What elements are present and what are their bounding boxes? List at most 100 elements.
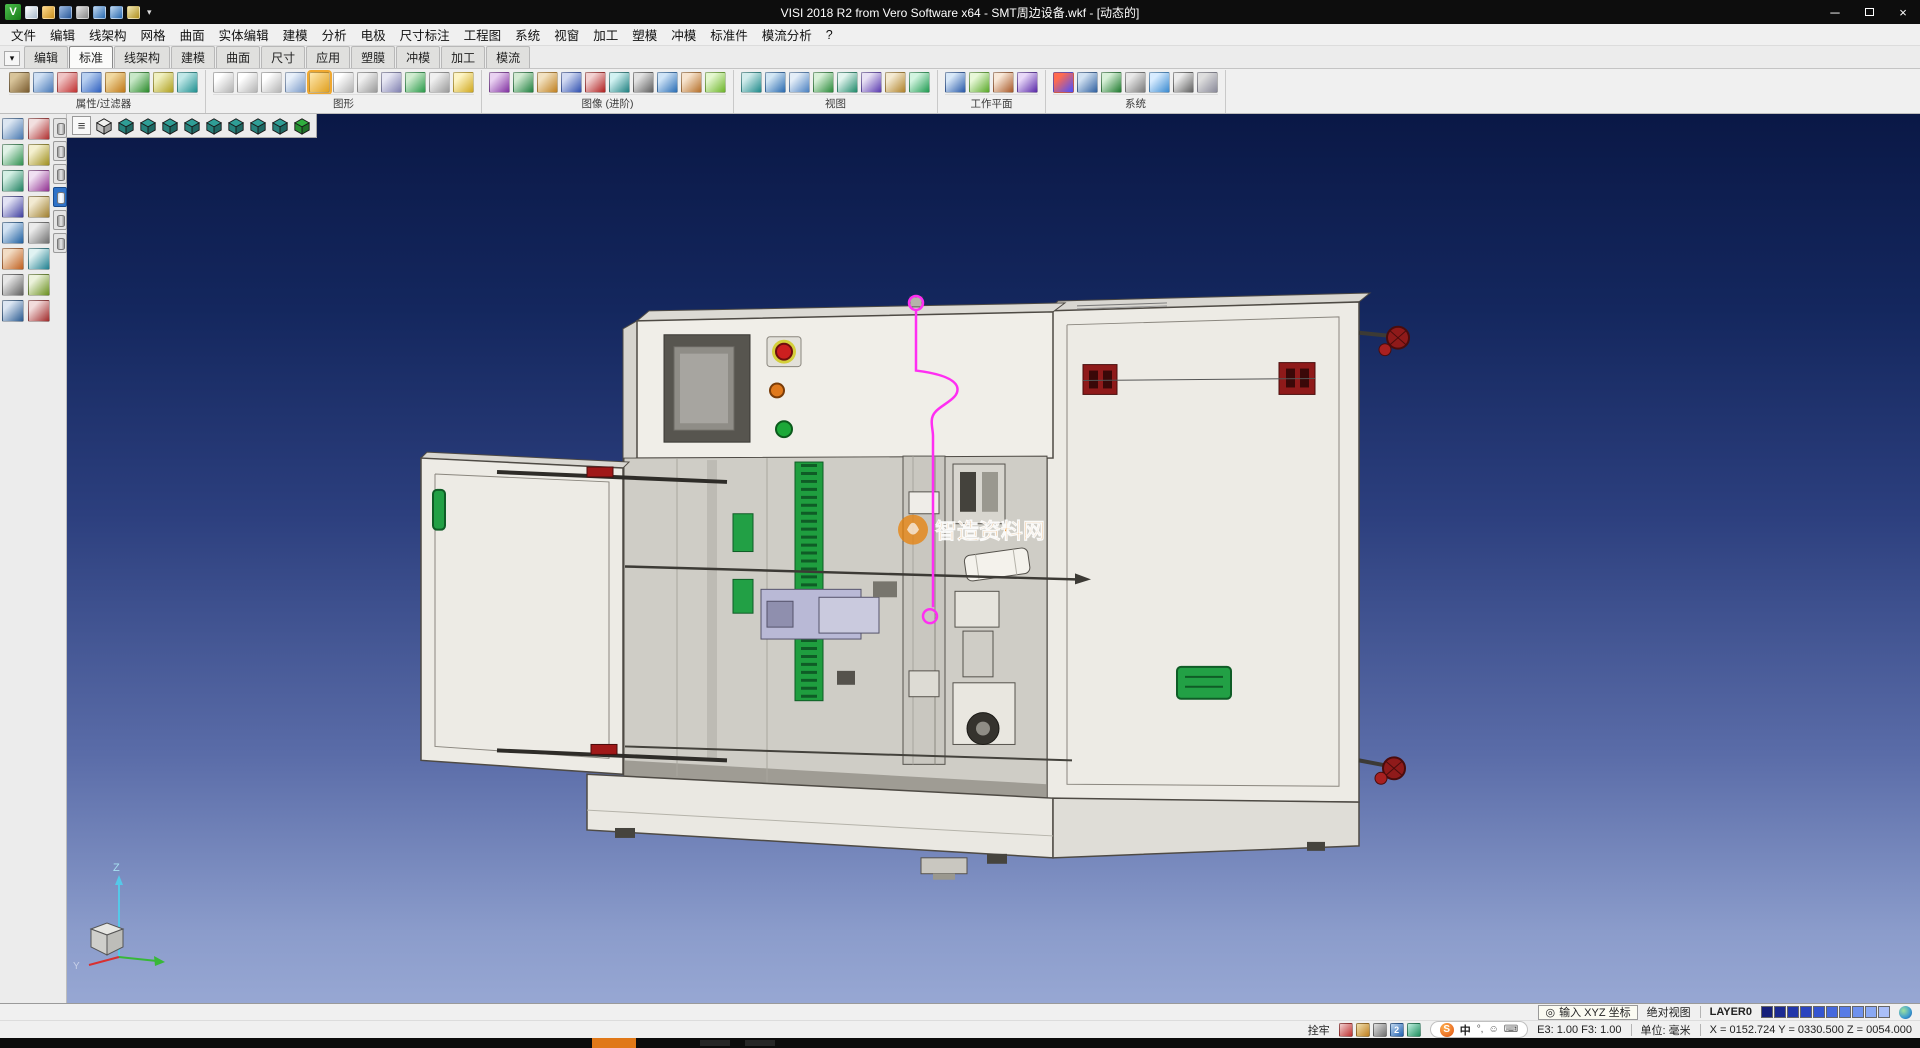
color-swatch[interactable] (1774, 1006, 1786, 1018)
workplane-slot-button[interactable] (53, 164, 67, 184)
emergency-stop-button[interactable] (767, 337, 801, 367)
side-tool-icon[interactable] (28, 300, 50, 322)
side-tool-icon[interactable] (2, 274, 24, 296)
side-tool-icon[interactable] (28, 196, 50, 218)
toolbar-icon[interactable] (177, 72, 198, 93)
view-cube-button[interactable] (160, 116, 179, 135)
side-tool-icon[interactable] (28, 118, 50, 140)
side-tool-icon[interactable] (28, 144, 50, 166)
toolbar-icon[interactable] (1053, 72, 1074, 93)
view-cube-button[interactable] (292, 116, 311, 135)
minimize-button[interactable]: ─ (1818, 0, 1852, 24)
workplane-slot-button[interactable] (53, 118, 67, 138)
quick-access-icon[interactable] (25, 6, 38, 19)
view-cube-button[interactable] (182, 116, 201, 135)
right-cabinet[interactable] (1047, 293, 1370, 802)
color-swatch[interactable] (1865, 1006, 1877, 1018)
toolbar-icon[interactable] (285, 72, 306, 93)
tray-icon[interactable] (1373, 1023, 1387, 1037)
menu-item[interactable]: 尺寸标注 (393, 24, 457, 45)
workplane-slot-button[interactable] (53, 187, 67, 207)
toolbar-icon[interactable] (765, 72, 786, 93)
side-tool-icon[interactable] (2, 196, 24, 218)
machine-model[interactable]: 智造资料网 (67, 114, 1920, 1003)
side-tool-icon[interactable] (2, 144, 24, 166)
sogou-logo-icon[interactable]: S (1440, 1023, 1454, 1037)
side-tool-icon[interactable] (2, 170, 24, 192)
view-cube-button[interactable] (248, 116, 267, 135)
ribbon-tab[interactable]: 冲模 (396, 46, 440, 68)
menu-item[interactable]: 建模 (276, 24, 315, 45)
maximize-button[interactable] (1852, 0, 1886, 24)
toolbar-icon[interactable] (513, 72, 534, 93)
close-button[interactable]: × (1886, 0, 1920, 24)
color-swatch[interactable] (1878, 1006, 1890, 1018)
toolbar-icon[interactable] (861, 72, 882, 93)
toolbar-icon[interactable] (9, 72, 30, 93)
menu-item[interactable]: 模流分析 (755, 24, 819, 45)
taskbar-item[interactable] (745, 1040, 775, 1046)
side-tool-icon[interactable] (28, 274, 50, 296)
toolbar-icon[interactable] (885, 72, 906, 93)
toolbar-icon[interactable] (1149, 72, 1170, 93)
toolbar-icon[interactable] (381, 72, 402, 93)
toolbar-icon[interactable] (909, 72, 930, 93)
tray-icon[interactable]: 2 (1390, 1023, 1404, 1037)
ribbon-tab[interactable]: 编辑 (24, 46, 68, 68)
toolbar-icon[interactable] (837, 72, 858, 93)
menu-item[interactable]: ? (819, 27, 840, 43)
coordinate-input-hint[interactable]: ◎ 输入 XYZ 坐标 (1538, 1005, 1637, 1020)
toolbar-icon[interactable] (561, 72, 582, 93)
tray-icon[interactable] (1407, 1023, 1421, 1037)
color-swatch[interactable] (1826, 1006, 1838, 1018)
toolbar-icon[interactable] (1101, 72, 1122, 93)
menu-item[interactable]: 标准件 (703, 24, 755, 45)
side-tool-icon[interactable] (28, 170, 50, 192)
toolbar-icon[interactable] (945, 72, 966, 93)
view-cube-button[interactable] (226, 116, 245, 135)
center-mechanism[interactable] (624, 456, 1091, 799)
ime-language-toggle[interactable]: 中 (1460, 1022, 1471, 1038)
toolbar-icon[interactable] (789, 72, 810, 93)
toolbar-icon[interactable] (261, 72, 282, 93)
menu-item[interactable]: 网格 (134, 24, 173, 45)
ribbon-tab[interactable]: 标准 (69, 46, 113, 68)
toolbar-icon[interactable] (309, 72, 330, 93)
view-cube-button[interactable] (94, 116, 113, 135)
green-indicator-button[interactable] (776, 421, 792, 437)
ime-tool-icon[interactable]: ⌨ (1504, 1024, 1518, 1035)
menu-item[interactable]: 塑模 (625, 24, 664, 45)
toolbar-icon[interactable] (585, 72, 606, 93)
toolbar-icon[interactable] (105, 72, 126, 93)
menu-item[interactable]: 线架构 (82, 24, 134, 45)
ime-toolbar[interactable]: S 中 °, ☺ ⌨ (1430, 1021, 1528, 1038)
quick-access-icon[interactable] (42, 6, 55, 19)
toolbar-icon[interactable] (705, 72, 726, 93)
toolbar-icon[interactable] (681, 72, 702, 93)
menu-item[interactable]: 电极 (354, 24, 393, 45)
ribbon-tab[interactable]: 塑膜 (351, 46, 395, 68)
toolbar-icon[interactable] (129, 72, 150, 93)
workplane-slot-button[interactable] (53, 210, 67, 230)
toolbar-icon[interactable] (633, 72, 654, 93)
side-tool-icon[interactable] (2, 222, 24, 244)
toolbar-icon[interactable] (1173, 72, 1194, 93)
quick-access-icon[interactable] (93, 6, 106, 19)
toolbar-icon[interactable] (405, 72, 426, 93)
viewport-3d[interactable]: ≡ (67, 114, 1920, 1003)
ribbon-tab[interactable]: 曲面 (216, 46, 260, 68)
ime-tool-icon[interactable]: ☺ (1488, 1024, 1498, 1035)
toolbar-icon[interactable] (813, 72, 834, 93)
ime-tool-icon[interactable]: °, (1477, 1024, 1484, 1035)
side-tool-icon[interactable] (2, 248, 24, 270)
view-mode-label[interactable]: 绝对视图 (1647, 1004, 1691, 1020)
toolbar-icon[interactable] (333, 72, 354, 93)
red-knob-top[interactable] (1359, 327, 1409, 356)
control-panel-screen[interactable] (664, 335, 750, 442)
workplane-slot-button[interactable] (53, 233, 67, 253)
toolbar-icon[interactable] (993, 72, 1014, 93)
menu-item[interactable]: 系统 (508, 24, 547, 45)
toolbar-icon[interactable] (657, 72, 678, 93)
side-tool-icon[interactable] (28, 248, 50, 270)
quick-access-icon[interactable] (127, 6, 140, 19)
